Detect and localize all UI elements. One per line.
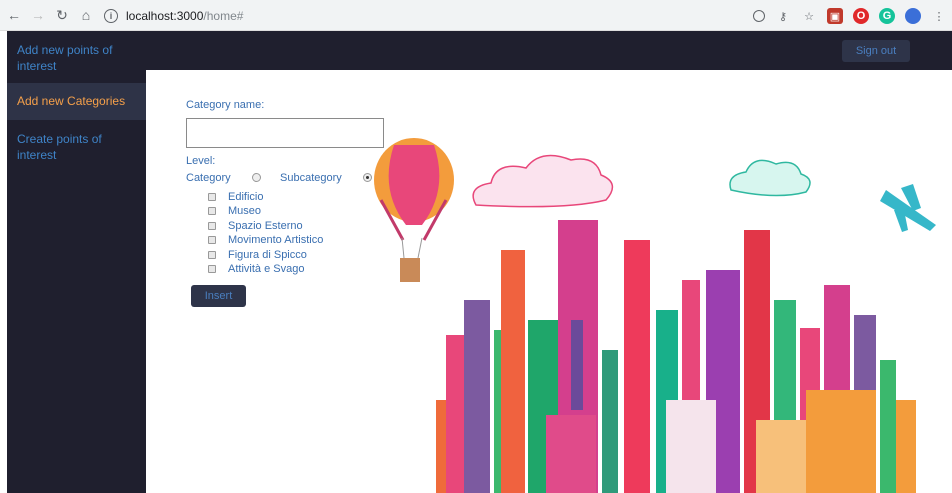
sidebar-item-add-points[interactable]: Add new points of interest — [7, 42, 146, 74]
level-option-subcategory-label: Subcategory — [280, 172, 342, 184]
forward-arrow-icon[interactable]: → — [28, 5, 48, 25]
star-icon[interactable]: ☆ — [801, 8, 817, 24]
checkbox[interactable] — [208, 251, 216, 259]
parent-category-row[interactable]: Figura di Spicco — [208, 248, 307, 262]
parent-category-label: Edificio — [228, 191, 264, 203]
checkbox[interactable] — [208, 265, 216, 273]
level-subcategory-radio[interactable] — [363, 173, 372, 182]
checkbox[interactable] — [208, 236, 216, 244]
info-icon[interactable]: i — [104, 9, 118, 23]
home-icon[interactable]: ⌂ — [76, 5, 96, 25]
url-host: localhost:3000 — [126, 9, 204, 23]
parent-category-row[interactable]: Museo — [208, 204, 261, 218]
parent-category-label: Spazio Esterno — [228, 220, 303, 232]
category-name-label: Category name: — [186, 99, 265, 111]
top-bar: Sign out — [146, 31, 952, 70]
extension-red-icon[interactable]: ▣ — [827, 8, 843, 24]
cloud-teal-icon — [729, 159, 811, 197]
building-group — [436, 220, 916, 493]
checkbox[interactable] — [208, 207, 216, 215]
parent-category-row[interactable]: Edificio — [208, 190, 263, 204]
parent-category-label: Museo — [228, 205, 262, 217]
hot-air-balloon-icon — [374, 138, 454, 282]
insert-button[interactable]: Insert — [191, 285, 246, 307]
parent-category-label: Attività e Svago — [228, 263, 305, 275]
checkbox[interactable] — [208, 193, 216, 201]
main-content: Category name: Level: Category Subcatego… — [146, 70, 952, 493]
parent-category-label: Movimento Artistico — [228, 234, 324, 246]
sidebar: Add new points of interest Add new Categ… — [7, 31, 146, 493]
sidebar-item-add-categories[interactable]: Add new Categories — [7, 83, 146, 120]
checkbox[interactable] — [208, 222, 216, 230]
cloud-pink-icon — [472, 154, 614, 208]
parent-category-row[interactable]: Spazio Esterno — [208, 219, 303, 233]
url-path: /home# — [203, 9, 244, 23]
browser-toolbar: ← → ↻ ⌂ i localhost:3000/home# ⚷ ☆ ▣ O G… — [0, 0, 952, 31]
parent-category-label: Figura di Spicco — [228, 249, 307, 261]
category-name-input[interactable] — [186, 118, 384, 148]
key-icon[interactable]: ⚷ — [775, 8, 791, 24]
level-category-radio[interactable] — [252, 173, 261, 182]
parent-category-row[interactable]: Movimento Artistico — [208, 233, 323, 247]
opera-icon[interactable]: O — [853, 8, 869, 24]
parent-category-row[interactable]: Attività e Svago — [208, 262, 304, 276]
address-bar[interactable]: i localhost:3000/home# — [104, 6, 844, 26]
sidebar-item-create-points[interactable]: Create points of interest — [7, 131, 146, 163]
extension-icons: ⚷ ☆ ▣ O G ⋮ — [748, 5, 952, 27]
reload-icon[interactable]: ↻ — [52, 5, 72, 25]
level-option-category-label: Category — [186, 172, 231, 184]
level-label: Level: — [186, 155, 216, 167]
sign-out-button[interactable]: Sign out — [842, 40, 910, 62]
back-arrow-icon[interactable]: ← — [4, 5, 24, 25]
location-icon[interactable] — [753, 10, 765, 22]
airplane-icon — [880, 184, 936, 232]
menu-kebab-icon[interactable]: ⋮ — [931, 8, 947, 24]
profile-avatar-icon[interactable] — [905, 8, 921, 24]
grammarly-icon[interactable]: G — [879, 8, 895, 24]
